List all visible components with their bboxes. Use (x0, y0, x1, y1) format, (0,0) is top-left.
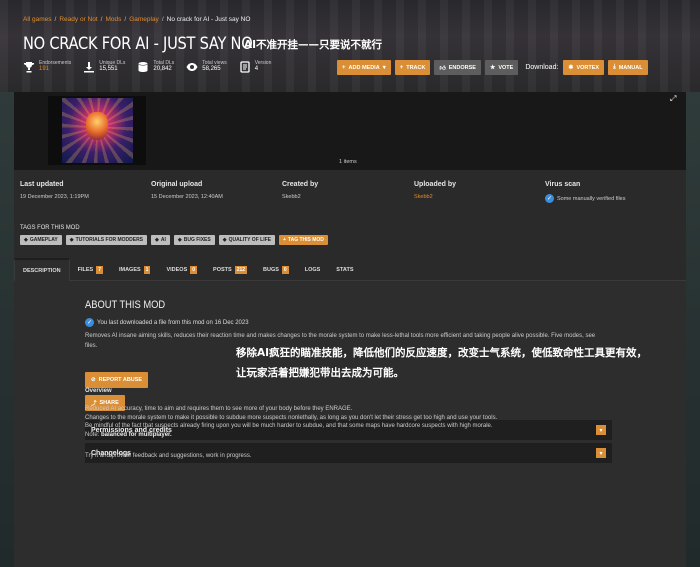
breadcrumb-game[interactable]: Ready or Not (59, 16, 97, 23)
version-icon (240, 61, 250, 73)
tag-icon: ◆ (177, 237, 182, 243)
add-media-button[interactable]: + ADD MEDIA ▾ (337, 60, 391, 75)
tag-icon: ◆ (222, 237, 227, 243)
gallery-thumbnail[interactable] (48, 96, 146, 165)
overview-footer: Try it and provide feedback and suggesti… (85, 453, 252, 459)
breadcrumb: All games / Ready or Not / Mods / Gameplay / No … (23, 16, 251, 23)
mod-stats: Endorsements 191 Unique DLs 15,551 Total D… (23, 60, 283, 73)
mod-thumbnail-image (62, 98, 133, 163)
tab-posts[interactable]: POSTS 212 (205, 258, 255, 281)
download-icon: ⤓ (613, 64, 616, 70)
chevron-down-icon: ▾ (596, 448, 606, 458)
check-icon: ✓ (545, 194, 554, 203)
breadcrumb-all-games[interactable]: All games (23, 16, 52, 23)
tag-icon: ◆ (155, 237, 159, 243)
tab-stats[interactable]: STATS (328, 258, 361, 281)
uploader-link[interactable]: Skebb2 (414, 194, 456, 200)
breadcrumb-gameplay[interactable]: Gameplay (129, 16, 159, 23)
tag-bug-fixes[interactable]: ◆ BUG FIXES (173, 235, 215, 245)
image-gallery: 1 items ⤢ (14, 92, 686, 170)
download-icon (84, 62, 95, 73)
plus-icon: + (282, 237, 286, 243)
tab-files[interactable]: FILES 7 (70, 258, 111, 281)
mod-panel: 1 items ⤢ Last updated 19 December 2023,… (14, 92, 686, 567)
breadcrumb-current: No crack for AI - Just say NO (166, 16, 251, 23)
summary-translation: 移除AI疯狂的瞄准技能，降低他们的反应速度，改变士气系统，使低致命性工具更有效，… (236, 347, 648, 379)
tab-logs[interactable]: LOGS (297, 258, 329, 281)
stat-version: Version 4 (239, 60, 271, 73)
tag-this-mod-button[interactable]: + TAG THIS MOD (278, 235, 328, 245)
expand-icon[interactable]: ⤢ (670, 94, 680, 104)
tab-images[interactable]: IMAGES 1 (111, 258, 158, 281)
trophy-icon (24, 62, 34, 73)
mod-tabs: DESCRIPTION FILES 7 IMAGES 1 VIDEOS 0 POSTS… (14, 258, 686, 281)
overview-text: Reduced AI accuracy, time to aim and req… (85, 406, 498, 438)
tag-ai[interactable]: ◆ AI (151, 235, 170, 245)
vote-button[interactable]: ★ VOTE (484, 60, 519, 75)
check-icon: ✓ (85, 318, 94, 327)
meta-last-updated: Last updated 19 December 2023, 1:19PM (20, 181, 89, 200)
stat-total-views: Total views 58,265 (186, 60, 227, 73)
stat-total-dls: Total DLs 20,842 (137, 60, 174, 73)
about-heading: ABOUT THIS MOD (85, 299, 166, 311)
star-icon: ★ (489, 65, 496, 71)
plus-icon: + (342, 64, 346, 71)
tab-bugs[interactable]: BUGS 0 (255, 258, 297, 281)
count-badge: 212 (234, 265, 248, 274)
page-title-translation: AI不准开挂——只要说不就行 (244, 39, 383, 51)
tag-gameplay[interactable]: ◆ GAMEPLAY (20, 235, 62, 245)
background-left (0, 92, 14, 567)
mod-actions: + ADD MEDIA ▾ + TRACK 👍︎ ENDORSE ★ VOTE Downl… (337, 60, 652, 75)
stat-endorsements: Endorsements 191 (23, 60, 71, 73)
download-note: ✓ You last downloaded a file from this mo… (85, 318, 249, 327)
meta-virus-scan: Virus scan ✓ Some manually verified files (545, 181, 626, 203)
download-label: Download: (525, 64, 559, 71)
vortex-icon: ✱ (568, 65, 574, 71)
chevron-down-icon: ▾ (382, 65, 386, 71)
tag-quality-of-life[interactable]: ◆ QUALITY OF LIFE (218, 235, 275, 245)
meta-created-by: Created by Skebb2 (282, 181, 319, 200)
manual-download-button[interactable]: ⤓ MANUAL (608, 60, 648, 75)
meta-uploaded-by: Uploaded by Skebb2 (414, 181, 457, 200)
thumbs-up-icon: 👍︎ (439, 65, 446, 72)
track-button[interactable]: + TRACK (394, 60, 431, 75)
eye-icon (186, 63, 198, 71)
overview-heading: Overview (85, 388, 112, 394)
tag-tutorials[interactable]: ◆ TUTORIALS FOR MODDERS (65, 235, 148, 245)
gallery-items-count: 1 items (339, 159, 357, 165)
tab-videos[interactable]: VIDEOS 0 (158, 258, 205, 281)
page-title: NO CRACK FOR AI - JUST SAY NO (23, 34, 253, 54)
tags-heading: TAGS FOR THIS MOD (20, 224, 80, 231)
database-icon (138, 62, 148, 72)
background-right (686, 92, 700, 567)
tab-description[interactable]: DESCRIPTION (14, 258, 70, 281)
track-icon: + (399, 64, 404, 71)
tag-icon: ◆ (24, 237, 28, 243)
tag-icon: ◆ (69, 237, 74, 243)
breadcrumb-mods[interactable]: Mods (105, 16, 121, 23)
count-badge: 1 (143, 265, 151, 274)
vortex-button[interactable]: ✱ VORTEX (563, 60, 605, 75)
alert-icon: ⊘ (91, 377, 96, 383)
count-badge: 0 (190, 265, 198, 274)
meta-original-upload: Original upload 15 December 2023, 12:40A… (151, 181, 223, 200)
tag-list: ◆ GAMEPLAY ◆ TUTORIALS FOR MODDERS ◆ AI ◆ BU… (20, 235, 332, 245)
stat-unique-dls: Unique DLs 15,551 (83, 60, 125, 73)
count-badge: 7 (96, 265, 103, 274)
count-badge: 0 (281, 265, 289, 274)
endorse-button[interactable]: 👍︎ ENDORSE (434, 60, 481, 75)
report-abuse-button[interactable]: ⊘ REPORT ABUSE (85, 372, 149, 388)
